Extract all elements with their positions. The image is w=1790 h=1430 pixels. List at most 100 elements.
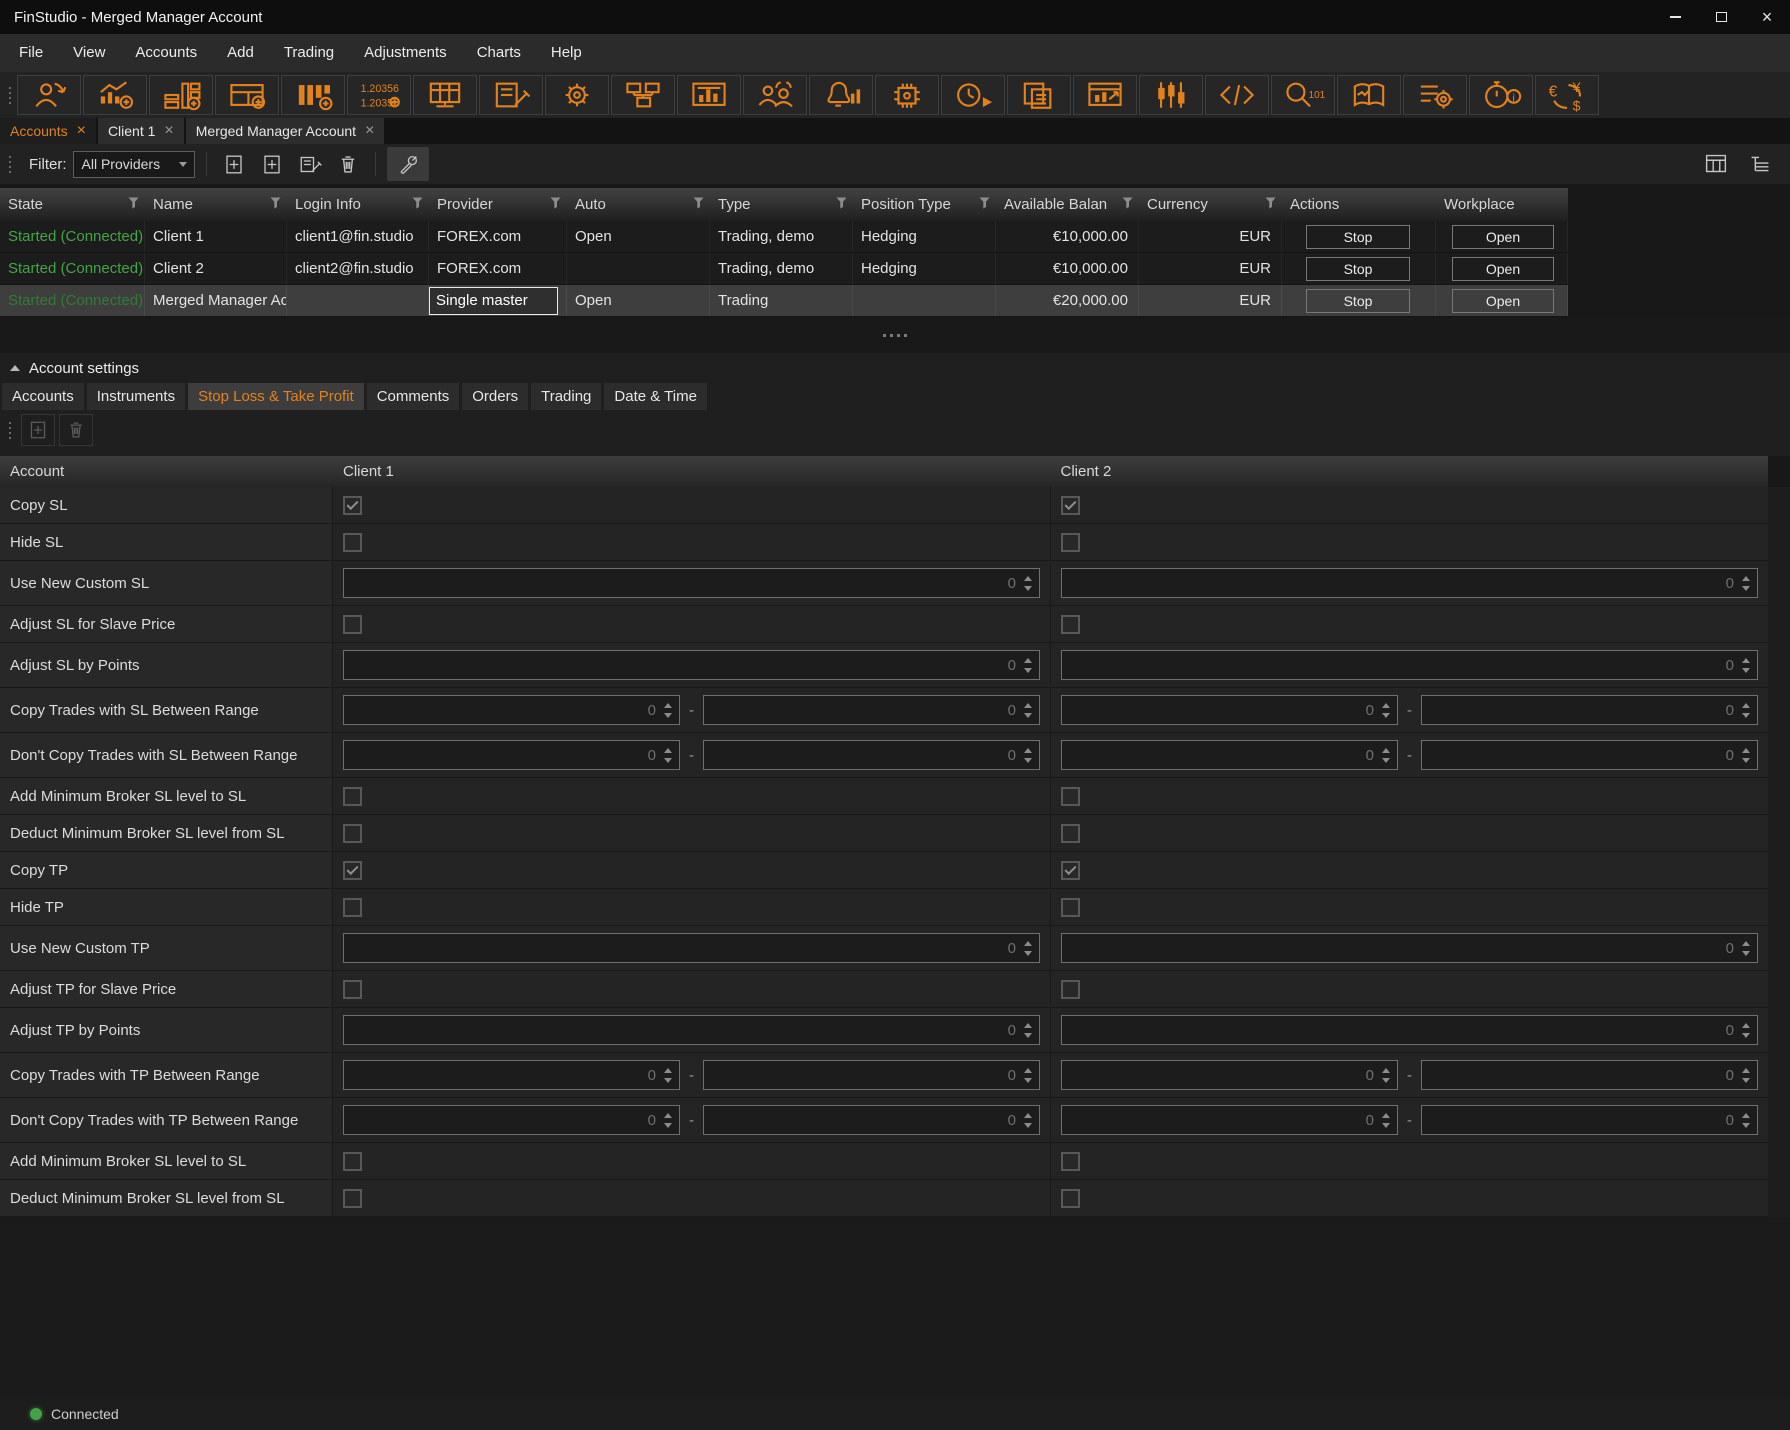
- number-input[interactable]: 0: [703, 1105, 1040, 1135]
- stopwatch-info-icon[interactable]: i: [1469, 75, 1533, 115]
- column-header-workplace[interactable]: Workplace: [1436, 188, 1568, 221]
- field-chooser-button[interactable]: [1700, 149, 1732, 179]
- menu-item-trading[interactable]: Trading: [269, 34, 349, 72]
- checkbox[interactable]: [343, 787, 362, 806]
- spin-up-icon[interactable]: [664, 703, 672, 708]
- settings-tab-stop-loss-take-profit[interactable]: Stop Loss & Take Profit: [188, 383, 364, 410]
- number-input[interactable]: 0: [1421, 740, 1758, 770]
- spin-up-icon[interactable]: [1742, 1113, 1750, 1118]
- code-icon[interactable]: [1205, 75, 1269, 115]
- bell-chart-icon[interactable]: [809, 75, 873, 115]
- spin-down-icon[interactable]: [1024, 1078, 1032, 1083]
- checkbox[interactable]: [343, 1152, 362, 1171]
- spin-up-icon[interactable]: [1742, 703, 1750, 708]
- spin-up-icon[interactable]: [1024, 576, 1032, 581]
- account-settings-wrench-button[interactable]: [387, 147, 429, 181]
- column-header-state[interactable]: State: [0, 188, 145, 221]
- spin-down-icon[interactable]: [1742, 951, 1750, 956]
- spinner-buttons[interactable]: [661, 1113, 679, 1128]
- layout-add-icon[interactable]: [215, 75, 279, 115]
- chip-icon[interactable]: [875, 75, 939, 115]
- currency-fx-icon[interactable]: €$¥: [1535, 75, 1599, 115]
- open-workplace-button[interactable]: Open: [1452, 225, 1554, 249]
- settings-tab-trading[interactable]: Trading: [531, 383, 601, 410]
- checkbox[interactable]: [1061, 787, 1080, 806]
- spinner-buttons[interactable]: [1379, 748, 1397, 763]
- chart-add-icon[interactable]: [83, 75, 147, 115]
- spin-up-icon[interactable]: [1024, 703, 1032, 708]
- spin-up-icon[interactable]: [664, 1068, 672, 1073]
- checkbox[interactable]: [1061, 496, 1080, 515]
- book-chart-icon[interactable]: [1337, 75, 1401, 115]
- spinner-buttons[interactable]: [1739, 941, 1757, 956]
- spinner-buttons[interactable]: [1379, 1113, 1397, 1128]
- number-input[interactable]: 0: [343, 695, 680, 725]
- tab-close-icon[interactable]: ×: [164, 124, 173, 138]
- number-input[interactable]: 0: [1421, 1060, 1758, 1090]
- doc-tab-accounts[interactable]: Accounts×: [0, 118, 96, 144]
- number-input[interactable]: 0: [1061, 740, 1398, 770]
- column-header-name[interactable]: Name: [145, 188, 287, 221]
- spin-down-icon[interactable]: [1024, 1033, 1032, 1038]
- number-input[interactable]: 0: [1061, 650, 1758, 680]
- checkbox[interactable]: [1061, 1152, 1080, 1171]
- checkbox[interactable]: [1061, 824, 1080, 843]
- close-button[interactable]: ×: [1744, 0, 1790, 34]
- documents-icon[interactable]: [1007, 75, 1071, 115]
- spinner-buttons[interactable]: [1021, 576, 1039, 591]
- menu-item-accounts[interactable]: Accounts: [120, 34, 212, 72]
- spinner-buttons[interactable]: [1021, 1068, 1039, 1083]
- filter-funnel-icon[interactable]: [836, 196, 847, 213]
- spinner-buttons[interactable]: [661, 1068, 679, 1083]
- spin-down-icon[interactable]: [664, 713, 672, 718]
- spinner-buttons[interactable]: [1739, 1023, 1757, 1038]
- number-input[interactable]: 0: [1061, 1105, 1398, 1135]
- checkbox[interactable]: [343, 898, 362, 917]
- delete-row-button[interactable]: [59, 414, 93, 446]
- delete-account-button[interactable]: [332, 149, 364, 179]
- spin-up-icon[interactable]: [1742, 1068, 1750, 1073]
- report-chart-icon[interactable]: [1073, 75, 1137, 115]
- search-101-icon[interactable]: 101: [1271, 75, 1335, 115]
- table-screen-icon[interactable]: [413, 75, 477, 115]
- doc-tab-client-1[interactable]: Client 1×: [98, 118, 184, 144]
- spin-up-icon[interactable]: [1382, 748, 1390, 753]
- number-input[interactable]: 0: [343, 568, 1040, 598]
- account-settings-header[interactable]: Account settings: [0, 353, 1790, 383]
- checkbox[interactable]: [343, 980, 362, 999]
- number-input[interactable]: 0: [1061, 933, 1758, 963]
- spin-up-icon[interactable]: [1024, 658, 1032, 663]
- number-input[interactable]: 0: [1061, 1060, 1398, 1090]
- spin-down-icon[interactable]: [664, 1123, 672, 1128]
- quote-board-icon[interactable]: 1.203561.2035: [347, 75, 411, 115]
- stop-button[interactable]: Stop: [1306, 289, 1410, 313]
- spinner-buttons[interactable]: [1739, 576, 1757, 591]
- spinner-buttons[interactable]: [1021, 1023, 1039, 1038]
- filter-funnel-icon[interactable]: [270, 196, 281, 213]
- clock-play-icon[interactable]: [941, 75, 1005, 115]
- stop-button[interactable]: Stop: [1306, 225, 1410, 249]
- spinner-buttons[interactable]: [1739, 658, 1757, 673]
- column-header-position-type[interactable]: Position Type: [853, 188, 996, 221]
- checkbox[interactable]: [343, 824, 362, 843]
- settings-tab-orders[interactable]: Orders: [462, 383, 528, 410]
- column-header-type[interactable]: Type: [710, 188, 853, 221]
- spin-down-icon[interactable]: [1382, 1078, 1390, 1083]
- drag-handle[interactable]: [5, 150, 14, 178]
- spin-up-icon[interactable]: [664, 748, 672, 753]
- number-input[interactable]: 0: [1061, 568, 1758, 598]
- checkbox[interactable]: [1061, 861, 1080, 880]
- spin-up-icon[interactable]: [1024, 748, 1032, 753]
- list-gear-icon[interactable]: [1403, 75, 1467, 115]
- spin-up-icon[interactable]: [1382, 1068, 1390, 1073]
- drag-handle[interactable]: [5, 416, 14, 444]
- spin-down-icon[interactable]: [1024, 1123, 1032, 1128]
- spin-down-icon[interactable]: [1382, 758, 1390, 763]
- settings-tab-instruments[interactable]: Instruments: [87, 383, 185, 410]
- filter-funnel-icon[interactable]: [412, 196, 423, 213]
- filter-funnel-icon[interactable]: [1122, 196, 1133, 213]
- spin-up-icon[interactable]: [1742, 576, 1750, 581]
- spin-up-icon[interactable]: [1382, 703, 1390, 708]
- settings-tab-date-time[interactable]: Date & Time: [604, 383, 707, 410]
- spinner-buttons[interactable]: [1739, 703, 1757, 718]
